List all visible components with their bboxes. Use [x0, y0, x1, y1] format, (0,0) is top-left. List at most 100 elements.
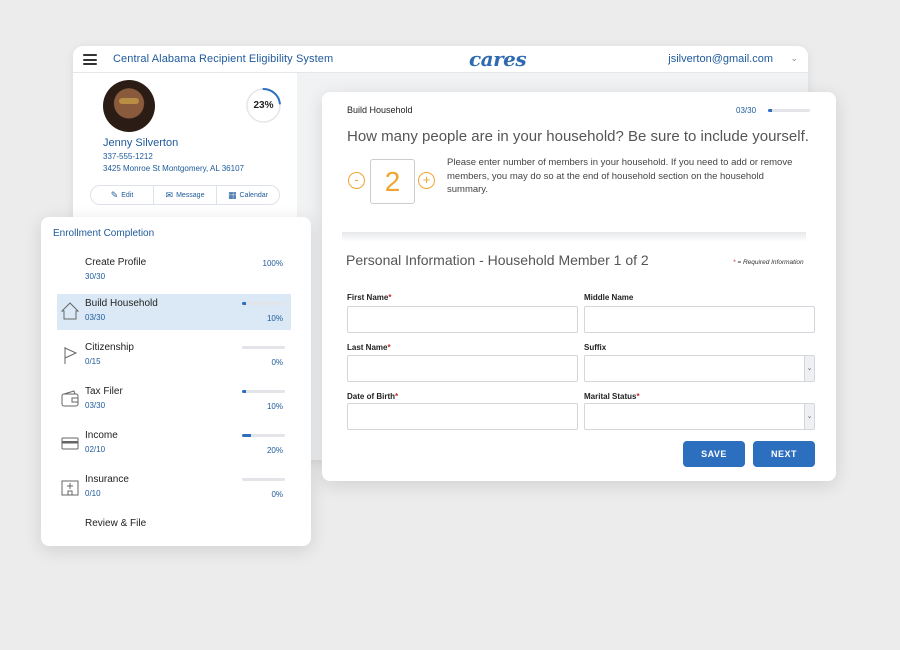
first-name-field[interactable]	[347, 306, 578, 333]
first-name-label-text: First Name	[347, 293, 389, 302]
hospital-icon	[61, 480, 79, 496]
wallet-icon	[61, 390, 79, 407]
step-label: Citizenship	[85, 342, 134, 353]
profile-address: 3425 Monroe St Montgomery, AL 36107	[103, 164, 244, 173]
profile-phone: 337-555-1212	[103, 152, 153, 161]
dob-field[interactable]	[347, 403, 578, 430]
step-review-file[interactable]: Review & File	[57, 514, 291, 550]
required-note: * = Required Information	[733, 259, 804, 266]
required-star: *	[733, 259, 736, 266]
enrollment-panel: Enrollment Completion Create Profile 30/…	[41, 217, 311, 546]
credit-card-icon	[61, 437, 79, 450]
dob-label: Date of Birth*	[347, 392, 398, 401]
section-title: Personal Information - Household Member …	[346, 252, 649, 268]
save-button[interactable]: SAVE	[683, 441, 745, 467]
last-name-field[interactable]	[347, 355, 578, 382]
profile-progress-label: 23%	[253, 100, 274, 111]
required-star: *	[387, 343, 391, 352]
marital-status-label: Marital Status*	[584, 392, 640, 401]
step-progress-bar	[242, 302, 285, 305]
step-percent: 10%	[266, 402, 283, 411]
chevron-down-icon[interactable]: ⌄	[790, 53, 798, 64]
chevron-down-icon: ⌄	[804, 356, 814, 381]
enrollment-title: Enrollment Completion	[53, 228, 155, 239]
suffix-select[interactable]: ⌄	[584, 355, 815, 382]
message-label: Message	[176, 191, 205, 199]
pencil-icon: ✎	[110, 189, 119, 200]
middle-name-label: Middle Name	[584, 293, 634, 302]
dob-label-text: Date of Birth	[347, 392, 395, 401]
message-button[interactable]: ✉ Message	[154, 186, 217, 204]
step-progress-fill	[242, 302, 247, 305]
step-progress-fill	[242, 434, 251, 437]
step-percent: 20%	[266, 446, 283, 455]
step-count: 0/15	[85, 357, 101, 366]
household-help-text: Please enter number of members in your h…	[447, 157, 793, 195]
step-label: Tax Filer	[85, 386, 123, 397]
envelope-icon: ✉	[165, 189, 174, 200]
section-divider	[342, 232, 806, 242]
decrement-button[interactable]: -	[348, 172, 365, 189]
edit-label: Edit	[121, 191, 134, 199]
step-label: Review & File	[85, 518, 147, 529]
avatar	[103, 80, 155, 132]
last-name-label-text: Last Name	[347, 343, 388, 352]
increment-button[interactable]: +	[418, 172, 435, 189]
step-percent: 0%	[271, 358, 283, 367]
step-citizenship[interactable]: Citizenship 0/15 0%	[57, 338, 291, 374]
step-percent: 10%	[266, 314, 283, 323]
step-progress-bar	[768, 109, 810, 112]
step-build-household[interactable]: Build Household 03/30 10%	[57, 294, 291, 330]
profile-card: 23% Jenny Silverton 337-555-1212 3425 Mo…	[73, 73, 297, 223]
step-count: 0/10	[85, 489, 101, 498]
step-label: Build Household	[85, 298, 158, 309]
step-insurance[interactable]: Insurance 0/10 0%	[57, 470, 291, 506]
last-name-label: Last Name*	[347, 343, 391, 352]
cares-logo[interactable]: cares	[469, 47, 527, 71]
profile-name: Jenny Silverton	[103, 137, 179, 149]
step-progress-fill	[242, 390, 247, 393]
step-tax-filer[interactable]: Tax Filer 03/30 10%	[57, 382, 291, 418]
step-create-profile[interactable]: Create Profile 30/30 100%	[57, 253, 291, 289]
next-button[interactable]: NEXT	[753, 441, 815, 467]
marital-status-label-text: Marital Status	[584, 392, 637, 401]
household-count-input[interactable]: 2	[370, 159, 415, 204]
calendar-button[interactable]: ▦ Calendar	[217, 186, 279, 204]
edit-button[interactable]: ✎ Edit	[91, 186, 154, 204]
user-email[interactable]: jsilverton@gmail.com	[668, 53, 773, 65]
step-income[interactable]: Income 02/10 20%	[57, 426, 291, 462]
step-count: 03/30	[85, 401, 106, 410]
first-name-label: First Name*	[347, 293, 391, 302]
flag-icon	[64, 347, 78, 364]
step-label: Insurance	[85, 474, 129, 485]
profile-actions: ✎ Edit ✉ Message ▦ Calendar	[90, 185, 280, 205]
calendar-label: Calendar	[239, 191, 268, 199]
required-star: *	[388, 293, 392, 302]
step-progress-fill	[768, 109, 773, 112]
required-note-text: = Required Information	[737, 259, 804, 266]
household-question: How many people are in your household? B…	[347, 128, 809, 145]
step-count: 30/30	[85, 272, 106, 281]
step-count: 02/10	[85, 445, 106, 454]
step-progress-bar	[242, 390, 285, 393]
step-percent: 100%	[262, 259, 283, 268]
step-progress-bar	[242, 346, 285, 349]
middle-name-field[interactable]	[584, 306, 815, 333]
step-counter: 03/30	[736, 106, 757, 115]
step-progress-bar	[242, 478, 285, 481]
top-bar: Central Alabama Recipient Eligibility Sy…	[73, 46, 808, 73]
step-percent: 0%	[271, 490, 283, 499]
step-title: Build Household	[347, 105, 413, 115]
marital-status-select[interactable]: ⌄	[584, 403, 815, 430]
step-count: 03/30	[85, 313, 106, 322]
step-label: Income	[85, 430, 118, 441]
required-star: *	[636, 392, 640, 401]
house-icon	[60, 302, 80, 320]
chevron-down-icon: ⌄	[804, 404, 814, 429]
suffix-label: Suffix	[584, 343, 607, 352]
step-label: Create Profile	[85, 257, 147, 268]
menu-icon[interactable]	[83, 54, 97, 65]
household-card: Build Household 03/30 How many people ar…	[322, 92, 836, 481]
step-progress-bar	[242, 434, 285, 437]
calendar-icon: ▦	[228, 189, 237, 200]
